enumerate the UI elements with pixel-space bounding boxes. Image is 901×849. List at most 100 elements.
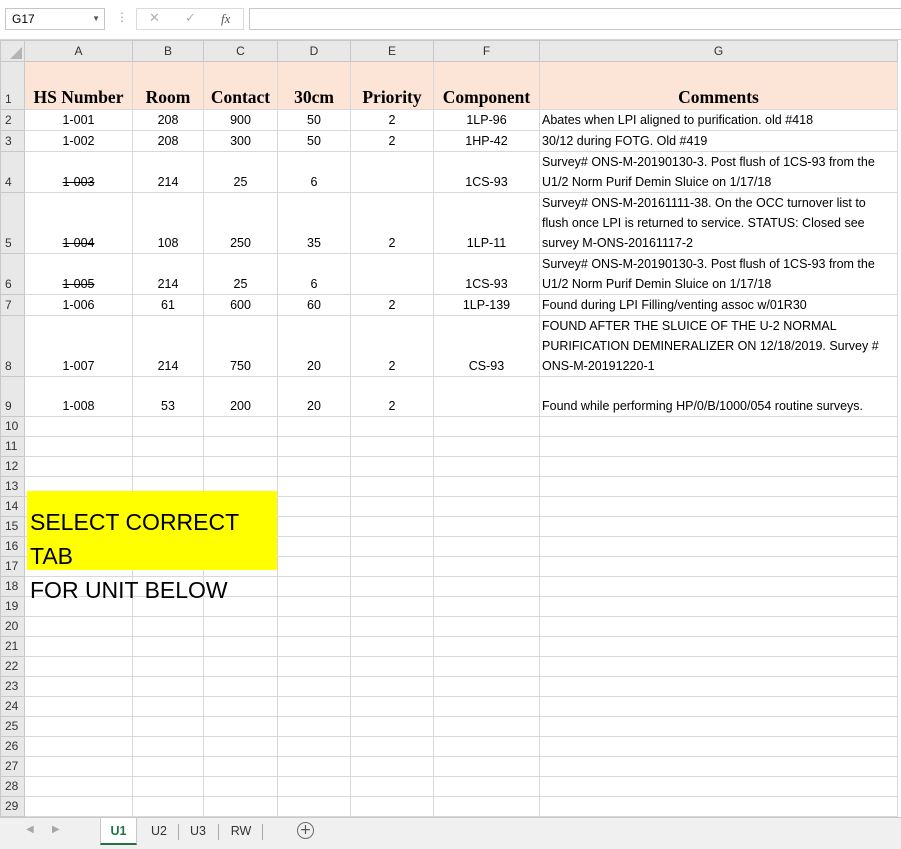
- cell-comments[interactable]: Found during LPI Filling/venting assoc w…: [539, 294, 898, 316]
- sheet-tab-u1[interactable]: U1: [100, 818, 137, 845]
- scroll-tabs-left-icon[interactable]: ◀: [26, 824, 34, 835]
- empty-cell[interactable]: [350, 476, 434, 497]
- cell-hs-number[interactable]: 1-002: [24, 130, 133, 152]
- select-tab-banner[interactable]: SELECT CORRECT TAB FOR UNIT BELOW: [27, 491, 277, 603]
- empty-cell[interactable]: [433, 576, 540, 597]
- empty-cell[interactable]: [132, 616, 204, 637]
- empty-cell[interactable]: [24, 736, 133, 757]
- empty-cell[interactable]: [132, 436, 204, 457]
- empty-cell[interactable]: [433, 636, 540, 657]
- empty-cell[interactable]: [203, 616, 278, 637]
- cell-contact[interactable]: 300: [203, 130, 278, 152]
- empty-cell[interactable]: [350, 416, 434, 437]
- cell-comments[interactable]: FOUND AFTER THE SLUICE OF THE U-2 NORMAL…: [539, 315, 898, 377]
- column-header-a[interactable]: A: [24, 40, 133, 62]
- empty-cell[interactable]: [350, 616, 434, 637]
- empty-cell[interactable]: [433, 416, 540, 437]
- empty-cell[interactable]: [539, 656, 898, 677]
- empty-cell[interactable]: [350, 736, 434, 757]
- empty-cell[interactable]: [539, 616, 898, 637]
- empty-cell[interactable]: [277, 796, 351, 817]
- empty-cell[interactable]: [203, 416, 278, 437]
- cell-component[interactable]: 1HP-42: [433, 130, 540, 152]
- empty-cell[interactable]: [277, 656, 351, 677]
- empty-cell[interactable]: [277, 716, 351, 737]
- empty-cell[interactable]: [132, 696, 204, 717]
- empty-cell[interactable]: [350, 796, 434, 817]
- empty-cell[interactable]: [132, 416, 204, 437]
- cell-30cm[interactable]: 20: [277, 315, 351, 377]
- row-header[interactable]: 29: [0, 796, 25, 817]
- cell-priority[interactable]: [350, 253, 434, 295]
- empty-cell[interactable]: [539, 776, 898, 797]
- empty-cell[interactable]: [433, 456, 540, 477]
- cell-priority[interactable]: 2: [350, 109, 434, 131]
- empty-cell[interactable]: [203, 796, 278, 817]
- empty-cell[interactable]: [132, 736, 204, 757]
- row-header[interactable]: 12: [0, 456, 25, 477]
- empty-cell[interactable]: [24, 756, 133, 777]
- empty-cell[interactable]: [132, 676, 204, 697]
- cell-hs-number[interactable]: 1-008: [24, 376, 133, 417]
- empty-cell[interactable]: [132, 656, 204, 677]
- empty-cell[interactable]: [350, 576, 434, 597]
- empty-cell[interactable]: [277, 416, 351, 437]
- cell-hs-number[interactable]: 1-003: [24, 151, 133, 193]
- empty-cell[interactable]: [539, 496, 898, 517]
- empty-cell[interactable]: [203, 676, 278, 697]
- empty-cell[interactable]: [203, 696, 278, 717]
- cell-component[interactable]: 1LP-139: [433, 294, 540, 316]
- column-header-e[interactable]: E: [350, 40, 434, 62]
- row-header[interactable]: 24: [0, 696, 25, 717]
- cell-30cm[interactable]: 6: [277, 151, 351, 193]
- cell-contact[interactable]: 250: [203, 192, 278, 254]
- empty-cell[interactable]: [539, 696, 898, 717]
- empty-cell[interactable]: [539, 636, 898, 657]
- empty-cell[interactable]: [539, 476, 898, 497]
- cell-comments[interactable]: Found while performing HP/0/B/1000/054 r…: [539, 376, 898, 417]
- row-header[interactable]: 18: [0, 576, 25, 597]
- cell-room[interactable]: 214: [132, 315, 204, 377]
- empty-cell[interactable]: [433, 556, 540, 577]
- empty-cell[interactable]: [277, 496, 351, 517]
- empty-cell[interactable]: [24, 716, 133, 737]
- empty-cell[interactable]: [539, 436, 898, 457]
- row-header[interactable]: 15: [0, 516, 25, 537]
- empty-cell[interactable]: [203, 716, 278, 737]
- empty-cell[interactable]: [277, 536, 351, 557]
- cell-component[interactable]: 1LP-96: [433, 109, 540, 131]
- row-header[interactable]: 2: [0, 109, 25, 131]
- empty-cell[interactable]: [277, 616, 351, 637]
- empty-cell[interactable]: [203, 636, 278, 657]
- row-header[interactable]: 1: [0, 61, 25, 110]
- empty-cell[interactable]: [350, 536, 434, 557]
- empty-cell[interactable]: [350, 756, 434, 777]
- empty-cell[interactable]: [433, 476, 540, 497]
- empty-cell[interactable]: [24, 776, 133, 797]
- empty-cell[interactable]: [132, 636, 204, 657]
- empty-cell[interactable]: [539, 536, 898, 557]
- header-hs-number[interactable]: HS Number: [24, 61, 133, 110]
- empty-cell[interactable]: [350, 656, 434, 677]
- row-header[interactable]: 26: [0, 736, 25, 757]
- sheet-tab-u3[interactable]: U3: [181, 818, 215, 845]
- cell-hs-number[interactable]: 1-001: [24, 109, 133, 131]
- empty-cell[interactable]: [350, 776, 434, 797]
- cell-priority[interactable]: 2: [350, 192, 434, 254]
- cancel-icon[interactable]: ✕: [149, 11, 160, 26]
- empty-cell[interactable]: [539, 596, 898, 617]
- cell-priority[interactable]: 2: [350, 376, 434, 417]
- name-box[interactable]: G17 ▼: [5, 8, 105, 30]
- insert-function-icon[interactable]: fx: [221, 11, 230, 27]
- cell-room[interactable]: 214: [132, 253, 204, 295]
- cell-contact[interactable]: 25: [203, 253, 278, 295]
- cell-component[interactable]: 1LP-11: [433, 192, 540, 254]
- cell-hs-number[interactable]: 1-005: [24, 253, 133, 295]
- cell-priority[interactable]: [350, 151, 434, 193]
- row-header[interactable]: 28: [0, 776, 25, 797]
- empty-cell[interactable]: [277, 516, 351, 537]
- empty-cell[interactable]: [350, 496, 434, 517]
- column-header-d[interactable]: D: [277, 40, 351, 62]
- header-component[interactable]: Component: [433, 61, 540, 110]
- empty-cell[interactable]: [132, 796, 204, 817]
